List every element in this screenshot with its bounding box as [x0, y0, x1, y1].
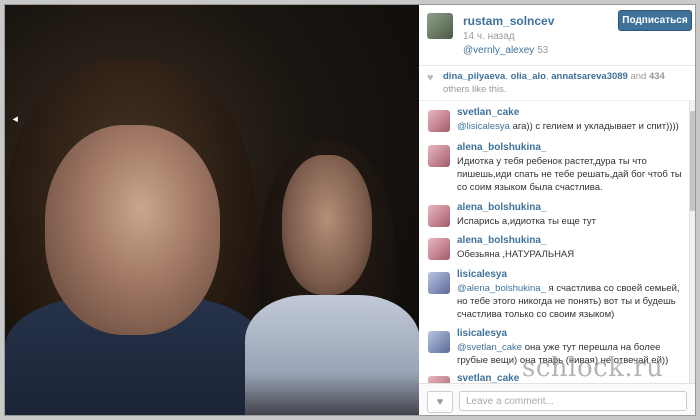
commenter-avatar[interactable] — [428, 272, 450, 294]
commenter-avatar[interactable] — [428, 205, 450, 227]
heart-icon: ♥ — [436, 396, 444, 408]
post-photo[interactable] — [5, 5, 419, 415]
tagged-user-link[interactable]: @vernly_alexey — [463, 45, 534, 56]
author-avatar[interactable] — [427, 13, 453, 39]
comment-input[interactable]: Leave a comment... — [459, 391, 687, 411]
like-user-link[interactable]: annatsareva3089 — [551, 71, 628, 82]
likes-count[interactable]: 434 — [649, 71, 665, 82]
like-button[interactable]: ♥ — [427, 391, 453, 413]
comment-mention[interactable]: @svetlan_cake — [457, 342, 522, 353]
photo-person-right-body — [245, 295, 419, 415]
commenter-avatar[interactable] — [428, 145, 450, 167]
watermark-text: schlock.ru — [522, 353, 664, 383]
tagline-count: 53 — [537, 45, 549, 56]
like-user-link[interactable]: olia_alo — [511, 71, 546, 82]
post-timestamp: 14 ч. назад — [463, 31, 515, 42]
likes-summary: ♥ dina_pilyaeva, olia_alo, annatsareva30… — [419, 66, 695, 101]
comment-text: @lisicalesya ага)) с гелием и укладывает… — [457, 121, 679, 132]
comments-list: svetlan_cake @lisicalesya ага)) с гелием… — [419, 101, 689, 383]
like-user-link[interactable]: dina_pilyaeva — [443, 71, 505, 82]
scrollbar-thumb[interactable] — [690, 111, 695, 211]
comment-text: Обезьяна ,НАТУРАЛЬНАЯ — [457, 249, 575, 260]
comment-text: @alena_bolshukina_ я счастлива со своей … — [457, 283, 680, 320]
commenter-username[interactable]: svetlan_cake — [457, 107, 519, 118]
commenter-avatar[interactable] — [428, 238, 450, 260]
commenter-avatar[interactable] — [428, 331, 450, 353]
commenter-username[interactable]: alena_bolshukina_ — [457, 235, 546, 246]
commenter-username[interactable]: alena_bolshukina_ — [457, 142, 546, 153]
comments-scrollbar[interactable] — [689, 101, 695, 383]
photo-person-right-face — [282, 155, 372, 295]
commenter-username[interactable]: lisicalesya — [457, 269, 507, 280]
comment-text: Испарись а,идиотка ты еще тут — [457, 216, 597, 227]
commenter-avatar[interactable] — [428, 110, 450, 132]
comment-text: Идиотка у тебя ребенок растет,дура ты чт… — [457, 156, 682, 193]
commenter-username[interactable]: svetlan_cake — [457, 373, 519, 383]
likes-text: dina_pilyaeva, olia_alo, annatsareva3089… — [443, 71, 665, 95]
mouse-cursor-icon — [12, 116, 21, 124]
comment-mention[interactable]: @lisicalesya — [457, 121, 510, 132]
photo-person-left-face — [45, 125, 220, 335]
heart-icon: ♥ — [427, 72, 434, 84]
follow-button[interactable]: Подписаться — [618, 10, 692, 31]
author-username[interactable]: rustam_solncev — [463, 14, 554, 28]
commenter-username[interactable]: lisicalesya — [457, 328, 507, 339]
post-header: rustam_solncev 14 ч. назад @vernly_alexe… — [419, 5, 695, 66]
commenter-avatar[interactable] — [428, 376, 450, 383]
commenter-username[interactable]: alena_bolshukina_ — [457, 202, 546, 213]
comment-footer: ♥ Leave a comment... — [419, 383, 695, 415]
comment-mention[interactable]: @alena_bolshukina_ — [457, 283, 546, 294]
post-tagline: @vernly_alexey 53 — [463, 45, 548, 56]
